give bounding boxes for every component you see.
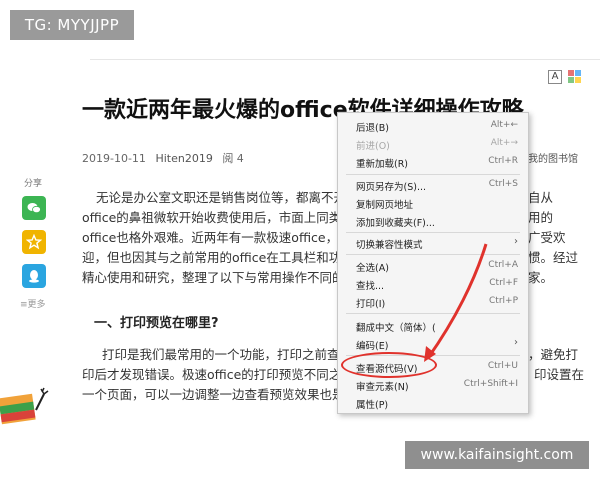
menu-item-label: 重新加载(R) [356, 159, 409, 170]
menu-item-label: 属性(P) [356, 400, 389, 411]
menu-item-shortcut: Ctrl+R [488, 156, 518, 166]
paragraph-line: 广受欢 [528, 230, 566, 245]
layout-grid-icon[interactable] [568, 70, 581, 83]
submenu-arrow-icon: › [514, 337, 518, 348]
share-more-link[interactable]: ≡更多 [20, 297, 46, 310]
menu-item-properties[interactable]: 属性(P) [338, 394, 528, 412]
menu-item-label: 网页另存为(S)... [356, 182, 427, 193]
share-label: 分享 [24, 179, 43, 189]
paragraph-line: 印设置在 [534, 367, 585, 382]
header-divider [90, 59, 600, 60]
menu-item-shortcut: Alt+→ [490, 138, 518, 148]
paragraph-line: 用的 [528, 210, 554, 225]
menu-item-inspect[interactable]: 审查元素(N) Ctrl+Shift+I [338, 376, 528, 394]
menu-item-label: 编码(E) [356, 341, 389, 352]
qq-share-button[interactable] [22, 264, 46, 288]
article-reads: 阅 4 [222, 152, 244, 165]
menu-item-save-page[interactable]: 网页另存为(S)... Ctrl+S [338, 176, 528, 194]
watermark-tag: TG: MYYJJPP [10, 10, 134, 40]
article-date: 2019-10-11 [82, 152, 146, 165]
submenu-arrow-icon: › [514, 236, 518, 247]
menu-item-copy-url[interactable]: 复制网页地址 [338, 194, 528, 212]
save-to-library-link[interactable]: 我的图书馆 [528, 150, 578, 165]
menu-item-add-favorite[interactable]: 添加到收藏夹(F)... [338, 212, 528, 230]
menu-item-label: 查找... [356, 281, 385, 292]
wechat-icon [27, 203, 41, 214]
qq-icon [29, 270, 39, 283]
favorite-share-button[interactable] [22, 230, 46, 254]
article-author[interactable]: Hiten2019 [155, 152, 212, 165]
paragraph-line: 自从 [528, 190, 554, 205]
star-icon [26, 234, 42, 250]
article-meta: 2019-10-11 Hiten2019 阅 4 [82, 150, 250, 166]
menu-separator [346, 174, 520, 175]
menu-separator [346, 232, 520, 233]
wechat-share-button[interactable] [22, 196, 46, 220]
menu-item-label: 添加到收藏夹(F)... [356, 218, 435, 229]
menu-item-reload[interactable]: 重新加载(R) Ctrl+R [338, 153, 528, 171]
section-heading: 一、打印预览在哪里? [94, 316, 219, 331]
font-size-icon[interactable]: A [548, 70, 562, 84]
annotation-arrow-icon [424, 243, 488, 362]
paragraph-line: 家。 [528, 270, 554, 285]
menu-item-label: 审查元素(N) [356, 382, 409, 393]
menu-item-label: 复制网页地址 [356, 200, 414, 211]
paragraph-line: 惯。经过 [528, 250, 579, 265]
menu-item-label: 打印(I) [356, 299, 386, 310]
menu-item-back[interactable]: 后退(B) Alt+← [338, 117, 528, 135]
menu-item-shortcut: Alt+← [490, 120, 518, 130]
paragraph-line: ，避免打 [528, 347, 579, 362]
menu-item-label: 全选(A) [356, 263, 389, 274]
menu-item-shortcut: Ctrl+Shift+I [463, 379, 518, 389]
article-paragraph-1-right: 自从 用的 广受欢 惯。经过 家。 [528, 188, 598, 288]
menu-item-label: 切换兼容性模式 [356, 240, 423, 251]
watermark-url: www.kaifainsight.com [405, 441, 589, 469]
menu-item-forward[interactable]: 前进(O) Alt+→ [338, 135, 528, 153]
article-paragraph-2-right: ，避免打 印设置在 [528, 345, 598, 385]
menu-item-label: 前进(O) [356, 141, 390, 152]
menu-item-shortcut: Ctrl+S [488, 179, 518, 189]
book-mascot-icon [0, 387, 49, 425]
menu-item-label: 后退(B) [356, 123, 389, 134]
